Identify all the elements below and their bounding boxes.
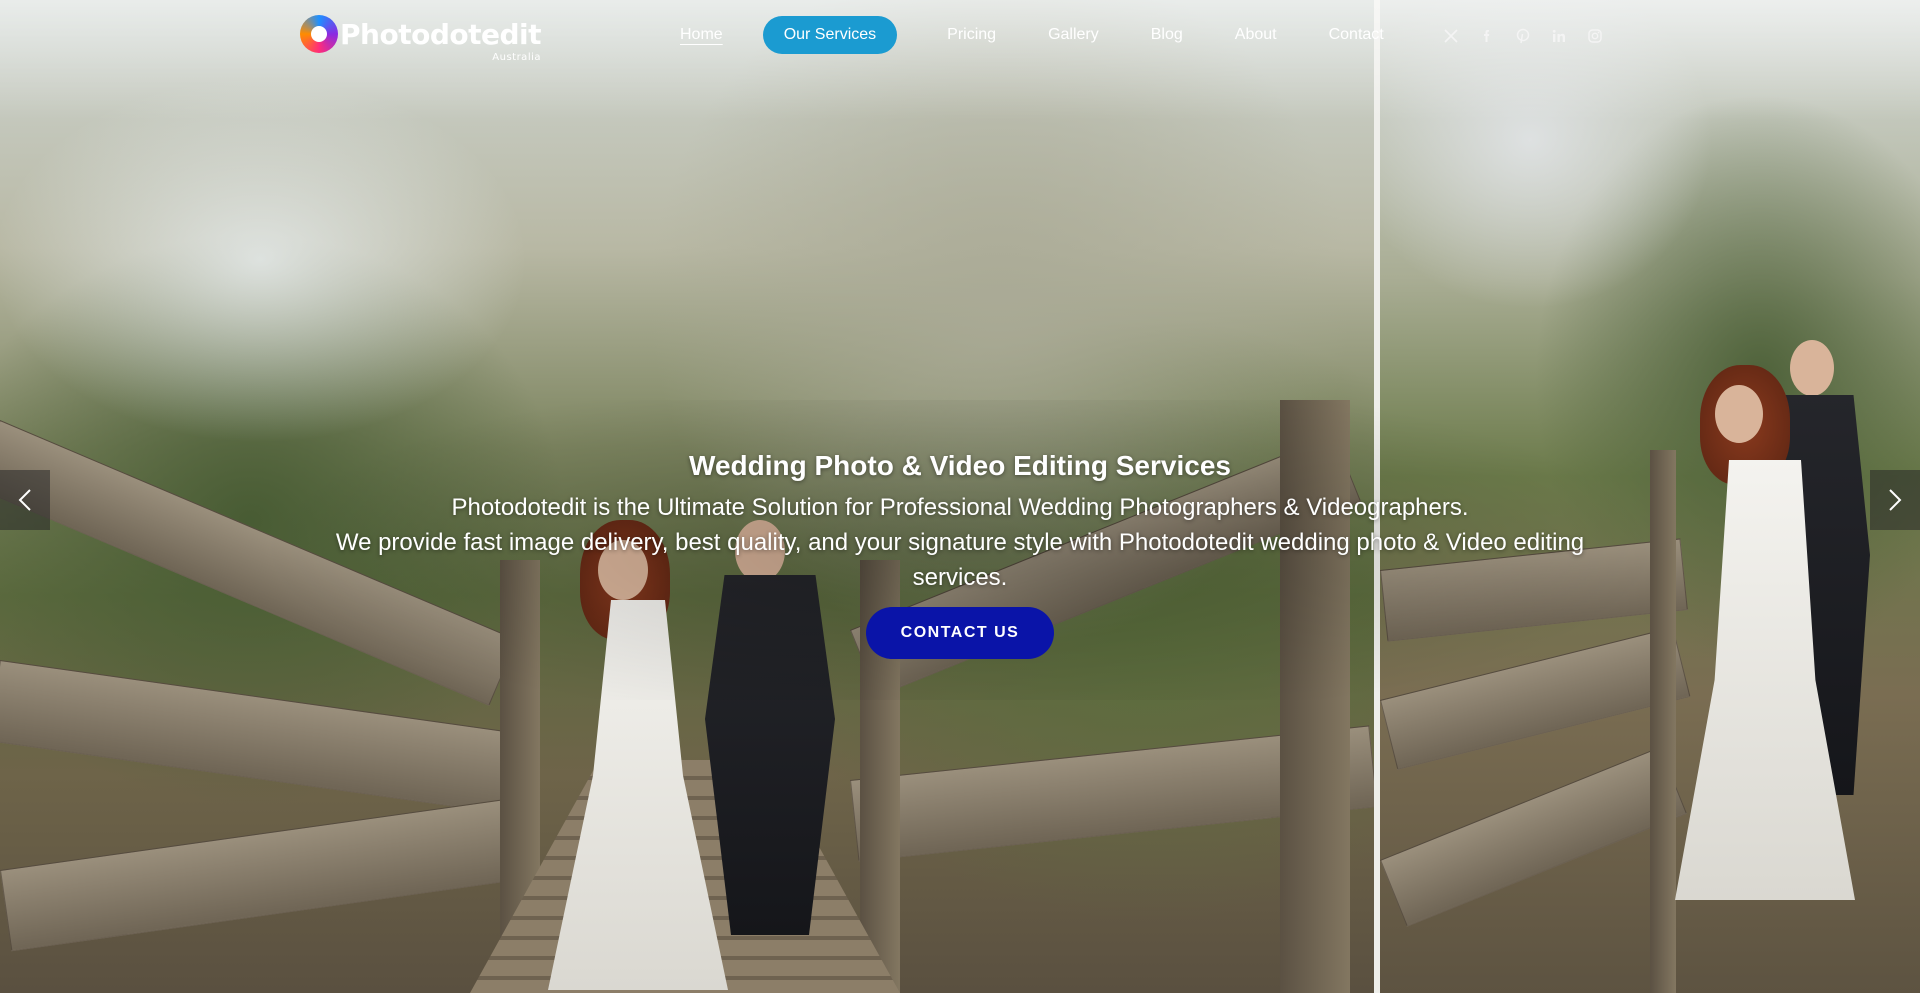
logo-mark-icon xyxy=(300,15,338,53)
nav-blog[interactable]: Blog xyxy=(1131,16,1203,54)
slider-prev-button[interactable] xyxy=(0,470,50,530)
contact-us-button[interactable]: CONTACT US xyxy=(866,607,1054,659)
instagram-icon[interactable] xyxy=(1584,22,1606,48)
brand-name: Photodotedit xyxy=(340,17,542,51)
hero-description: We provide fast image delivery, best qua… xyxy=(335,529,1585,591)
nav-about[interactable]: About xyxy=(1215,16,1297,54)
main-nav: Home Our Services Pricing Gallery Blog A… xyxy=(660,16,1416,54)
site-logo[interactable]: Photodotedit Australia xyxy=(300,12,542,63)
nav-contact[interactable]: Contact xyxy=(1309,16,1404,54)
chevron-left-icon xyxy=(18,489,31,511)
site-header: Photodotedit Australia Home Our Services… xyxy=(0,0,1920,70)
pinterest-icon[interactable] xyxy=(1512,22,1534,48)
facebook-icon[interactable] xyxy=(1476,22,1498,48)
social-links xyxy=(1440,22,1620,48)
nav-home[interactable]: Home xyxy=(660,16,743,54)
hero-slider: Photodotedit Australia Home Our Services… xyxy=(0,0,1920,993)
chevron-right-icon xyxy=(1889,489,1902,511)
linkedin-icon[interactable] xyxy=(1548,22,1570,48)
logo-text: Photodotedit Australia xyxy=(340,17,542,63)
nav-pricing[interactable]: Pricing xyxy=(927,16,1016,54)
hero-title: Wedding Photo & Video Editing Services xyxy=(689,450,1231,481)
slider-next-button[interactable] xyxy=(1870,470,1920,530)
hero-subtitle: Photodotedit is the Ultimate Solution fo… xyxy=(451,494,1469,521)
x-icon[interactable] xyxy=(1440,22,1462,48)
nav-gallery[interactable]: Gallery xyxy=(1028,16,1119,54)
brand-sub: Australia xyxy=(492,51,541,63)
hero-content: Wedding Photo & Video Editing Services P… xyxy=(300,448,1620,659)
nav-our-services[interactable]: Our Services xyxy=(762,16,898,54)
